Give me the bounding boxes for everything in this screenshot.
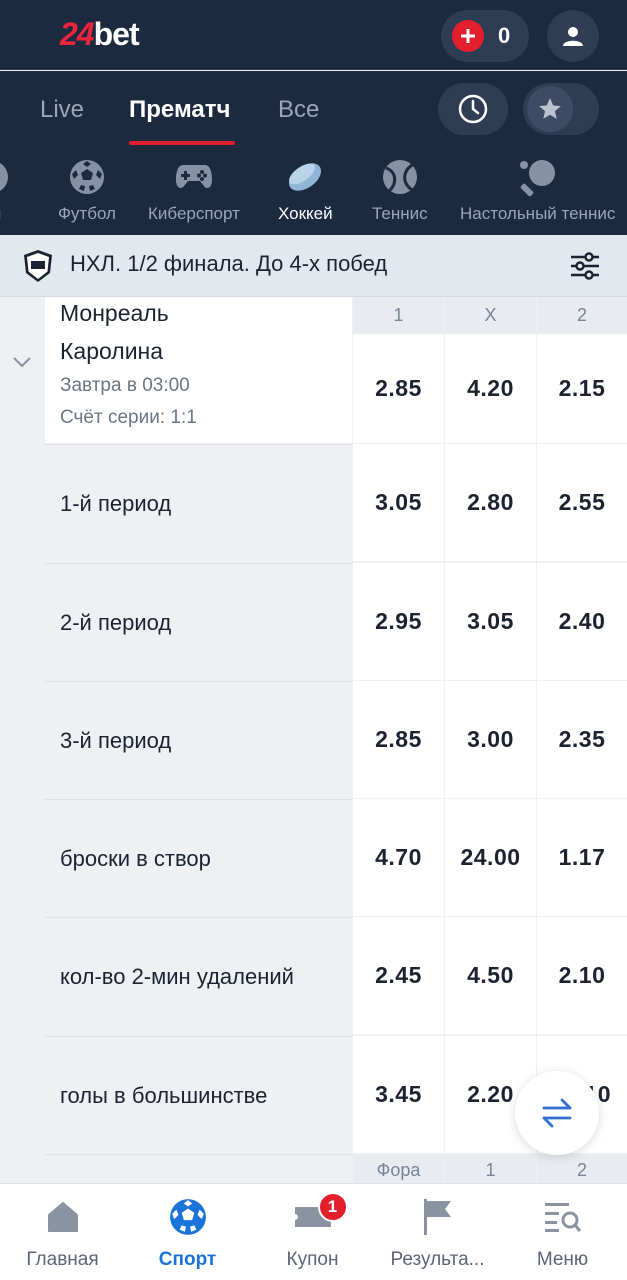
column-header-x: X bbox=[445, 297, 536, 333]
bottom-navigation: Главная Спорт 1 Купон Результа... Меню bbox=[0, 1183, 627, 1280]
column-header-handicap: Фора bbox=[353, 1155, 444, 1185]
odd-button[interactable]: 2.95 bbox=[353, 563, 444, 680]
team-home: Монреаль bbox=[60, 300, 169, 326]
odd-button[interactable]: 2.45 bbox=[353, 917, 444, 1034]
logo-number: 24 bbox=[60, 15, 95, 52]
football-icon bbox=[67, 157, 107, 197]
column-header-2: 2 bbox=[537, 1155, 627, 1185]
menu-icon bbox=[542, 1196, 584, 1238]
series-score: Счёт серии: 1:1 bbox=[60, 407, 197, 428]
sport-label: Футбол bbox=[58, 204, 116, 223]
odd-button[interactable]: 4.20 bbox=[445, 334, 536, 443]
table-tennis-icon bbox=[518, 157, 558, 197]
event-time: Завтра в 03:00 bbox=[60, 375, 190, 396]
odd-button[interactable]: 2.35 bbox=[537, 681, 627, 798]
gamepad-icon bbox=[174, 157, 214, 197]
favorites-button[interactable] bbox=[523, 83, 599, 135]
nav-coupon[interactable]: 1 Купон bbox=[250, 1192, 375, 1271]
odd-button[interactable]: 1.17 bbox=[537, 799, 627, 916]
sport-item-hockey[interactable]: Хоккей bbox=[278, 157, 333, 224]
nav-label: Главная bbox=[26, 1249, 99, 1270]
market-label: кол-во 2-мин удалений bbox=[45, 917, 352, 1035]
odd-button[interactable]: 24.00 bbox=[445, 799, 536, 916]
column-header-1: 1 bbox=[353, 297, 444, 333]
profile-button[interactable] bbox=[547, 10, 599, 62]
filter-settings-icon[interactable] bbox=[568, 249, 602, 283]
league-header[interactable]: НХЛ. 1/2 финала. До 4-х побед bbox=[0, 235, 627, 297]
odd-button[interactable]: 4.70 bbox=[353, 799, 444, 916]
nav-label: Результа... bbox=[390, 1249, 485, 1270]
ticket-icon: 1 bbox=[292, 1192, 348, 1238]
schedule-button[interactable] bbox=[438, 83, 508, 135]
odd-button[interactable]: 2.40 bbox=[537, 563, 627, 680]
flag-icon bbox=[417, 1196, 459, 1238]
nhl-logo-icon bbox=[24, 250, 52, 282]
sport-item-football[interactable]: Футбол bbox=[58, 157, 116, 224]
nav-menu[interactable]: Меню bbox=[500, 1196, 625, 1271]
odd-button[interactable]: 2.10 bbox=[537, 917, 627, 1034]
sport-item-tennis[interactable]: Теннис bbox=[372, 157, 428, 224]
home-icon bbox=[42, 1196, 84, 1238]
nav-label: Меню bbox=[536, 1249, 589, 1270]
tab-live[interactable]: Live bbox=[40, 71, 84, 149]
swap-view-button[interactable] bbox=[515, 1071, 599, 1155]
swap-arrows-icon bbox=[542, 1098, 572, 1128]
odd-button[interactable]: 3.00 bbox=[445, 681, 536, 798]
user-icon bbox=[563, 27, 583, 46]
market-label: 3-й период bbox=[45, 681, 352, 799]
clock-icon bbox=[458, 94, 488, 124]
sport-label: Хоккей bbox=[278, 204, 333, 223]
odd-button[interactable]: 2.15 bbox=[537, 334, 627, 443]
market-label: 1-й период bbox=[45, 444, 352, 562]
balance-value: 0 bbox=[498, 23, 511, 48]
deposit-button[interactable]: 0 bbox=[441, 10, 529, 62]
odd-button[interactable]: 4.50 bbox=[445, 917, 536, 1034]
odd-button[interactable]: 3.05 bbox=[353, 444, 444, 561]
logo-text: bet bbox=[93, 15, 140, 52]
logo[interactable]: 24 bet bbox=[60, 14, 140, 54]
hockey-puck-icon bbox=[285, 157, 325, 197]
sport-icon bbox=[0, 157, 12, 197]
nav-results[interactable]: Результа... bbox=[375, 1196, 500, 1271]
odd-button[interactable]: 2.85 bbox=[353, 334, 444, 443]
chevron-down-icon[interactable] bbox=[10, 350, 34, 374]
sport-item-partial[interactable]: оп bbox=[0, 157, 12, 224]
league-title: НХЛ. 1/2 финала. До 4-х побед bbox=[70, 251, 388, 276]
event-card[interactable]: Монреаль Каролина Завтра в 03:00 Счёт се… bbox=[45, 297, 352, 443]
plus-icon bbox=[452, 20, 484, 52]
sport-label: Настольный теннис bbox=[460, 204, 616, 223]
active-tab-indicator bbox=[129, 141, 235, 145]
sport-label: оп bbox=[0, 204, 1, 224]
nav-home[interactable]: Главная bbox=[0, 1196, 125, 1271]
odd-button[interactable]: 2.55 bbox=[537, 444, 627, 561]
sport-label: Теннис bbox=[372, 204, 428, 223]
odd-button[interactable]: 2.80 bbox=[445, 444, 536, 561]
top-bar: 24 bet 0 bbox=[0, 0, 627, 70]
tab-prematch[interactable]: Прематч bbox=[129, 71, 230, 149]
sport-label: Киберспорт bbox=[148, 204, 240, 223]
odd-button[interactable]: 3.45 bbox=[353, 1036, 444, 1153]
mode-tabs: Live Прематч Все bbox=[0, 71, 627, 149]
sport-item-table-tennis[interactable]: Настольный теннис bbox=[460, 157, 615, 224]
nav-sport[interactable]: Спорт bbox=[125, 1196, 250, 1271]
market-label: броски в створ bbox=[45, 799, 352, 917]
sports-carousel: оп Футбол Киберспорт Хоккей Теннис Насто… bbox=[0, 149, 627, 235]
coupon-badge: 1 bbox=[317, 1192, 348, 1222]
nav-label: Спорт bbox=[158, 1249, 217, 1270]
odd-button[interactable]: 2.85 bbox=[353, 681, 444, 798]
column-header-2: 2 bbox=[537, 297, 627, 333]
market-label: голы в большинстве bbox=[45, 1036, 352, 1154]
tennis-ball-icon bbox=[380, 157, 420, 197]
market-label: 2-й период bbox=[45, 563, 352, 681]
sport-ball-icon bbox=[167, 1196, 209, 1238]
star-icon bbox=[527, 86, 573, 132]
nav-label: Купон bbox=[286, 1249, 339, 1270]
market-row-partial bbox=[45, 1154, 352, 1184]
odd-button[interactable]: 3.05 bbox=[445, 563, 536, 680]
sport-item-esports[interactable]: Киберспорт bbox=[148, 157, 240, 224]
column-header-1: 1 bbox=[445, 1155, 536, 1185]
team-away: Каролина bbox=[60, 338, 164, 364]
tab-all[interactable]: Все bbox=[278, 71, 319, 149]
